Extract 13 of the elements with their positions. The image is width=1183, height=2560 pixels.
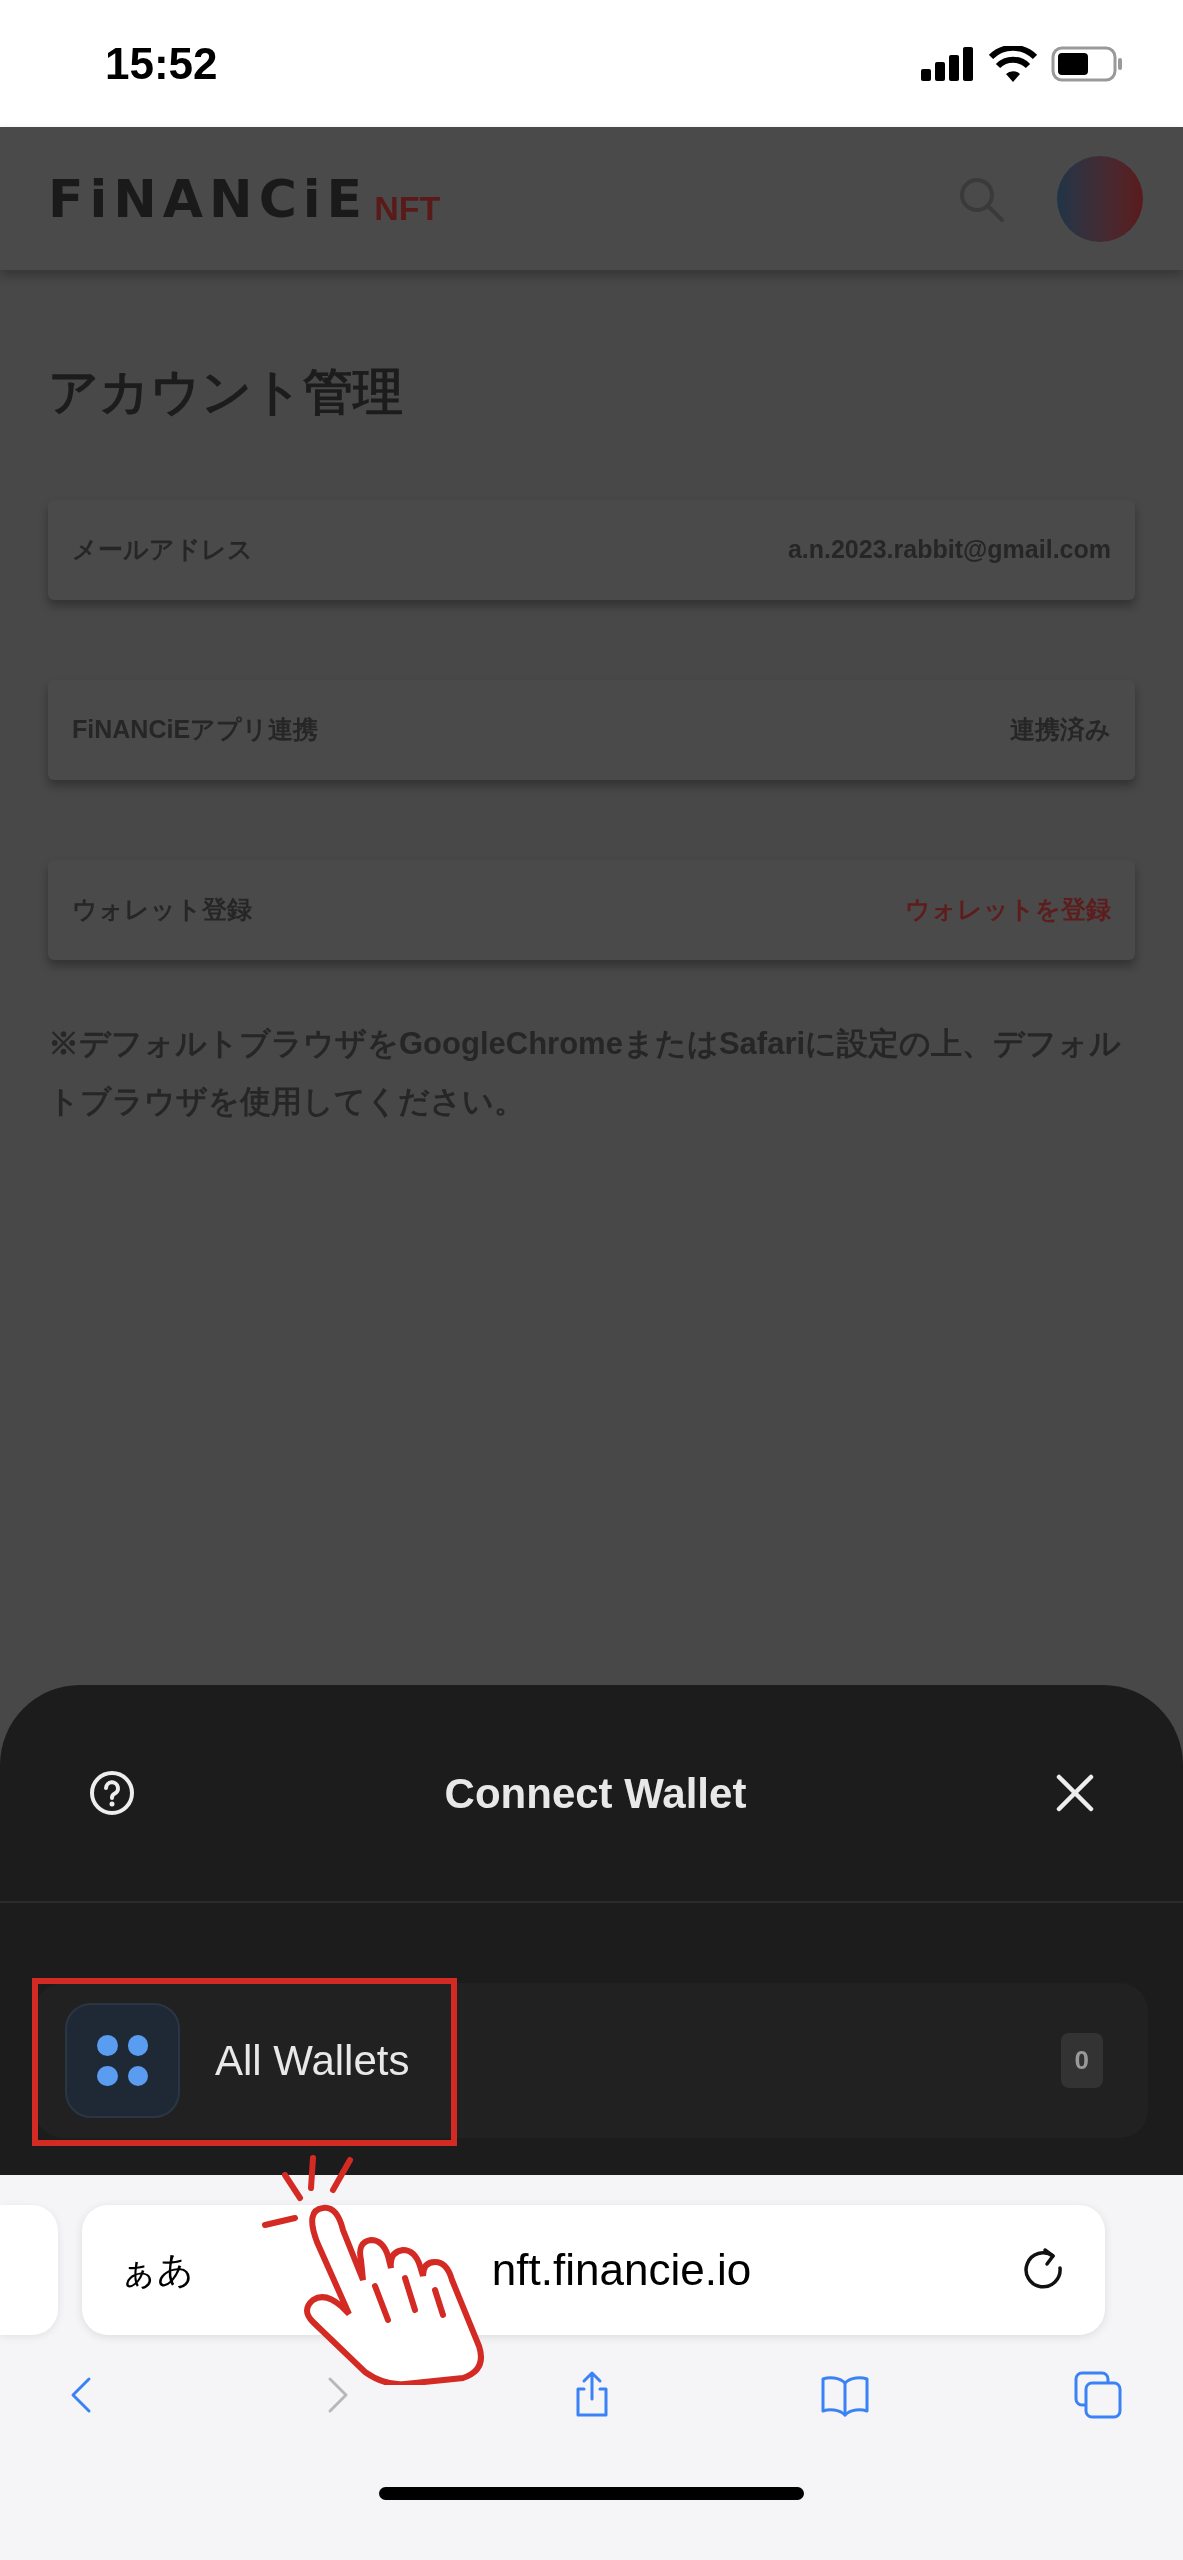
wallet-count: 0 [1060,2033,1103,2088]
battery-icon [1051,45,1123,82]
grid-dots-icon [65,2003,180,2118]
close-icon[interactable] [1055,1773,1095,1813]
help-icon[interactable] [88,1769,136,1817]
wifi-icon [989,45,1037,82]
sheet-title: Connect Wallet [444,1768,747,1819]
url-text: nft.financie.io [490,2244,753,2296]
wallet-name: All Wallets [215,2036,410,2086]
signal-icon [921,46,975,81]
address-bar[interactable]: ぁあ nft.financie.io [82,2205,1105,2335]
status-time: 15:52 [105,37,218,90]
text-size-button[interactable]: ぁあ [120,2243,194,2297]
